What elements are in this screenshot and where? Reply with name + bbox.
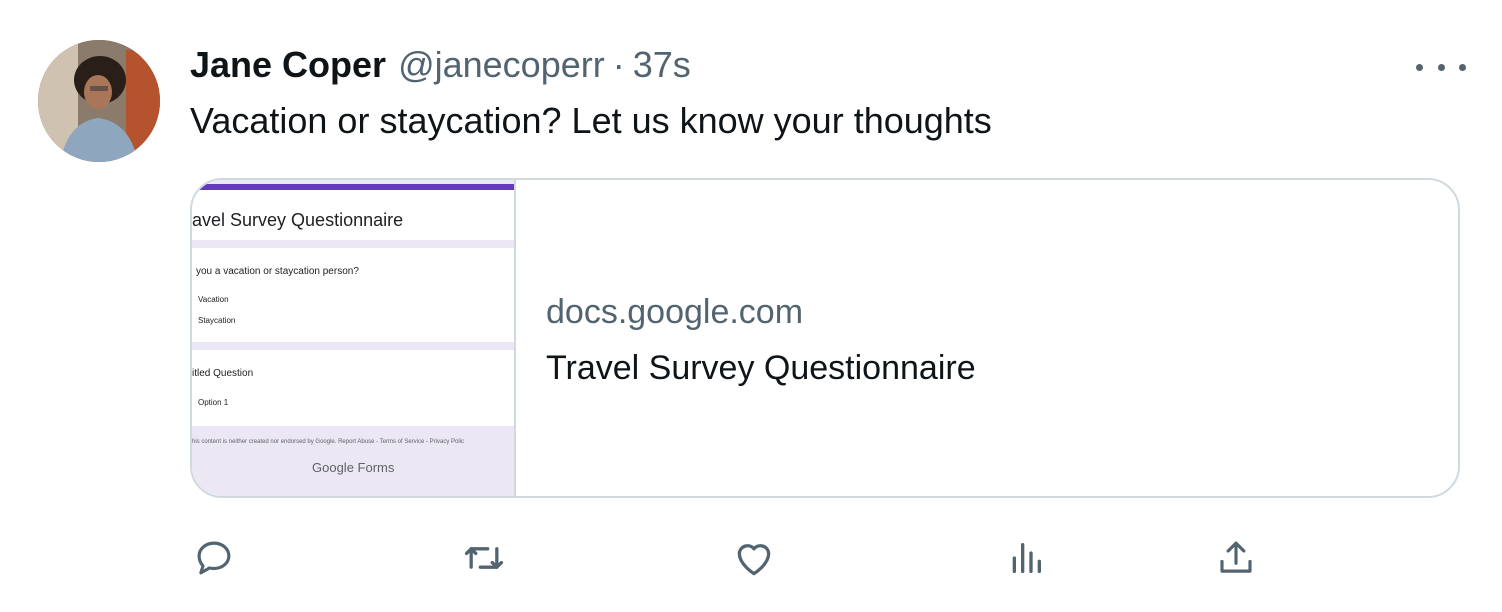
like-button[interactable] (732, 536, 776, 580)
preview-footer: his content is neither created nor endor… (192, 439, 465, 445)
retweet-icon (464, 547, 504, 569)
views-chart-icon (1012, 543, 1041, 573)
google-forms-logo: Google Forms (312, 460, 395, 475)
preview-question2-panel: itled Question Option 1 (192, 350, 514, 426)
views-button[interactable] (1004, 536, 1048, 580)
preview-option-vacation: Vacation (198, 295, 229, 304)
avatar-image (38, 40, 160, 162)
heart-icon (737, 544, 771, 576)
card-info: docs.google.com Travel Survey Questionna… (546, 292, 976, 388)
more-horizontal-icon (1416, 63, 1423, 71)
card-title: Travel Survey Questionnaire (546, 349, 976, 387)
tweet-timestamp[interactable]: 37s (633, 44, 691, 86)
more-dot (1437, 63, 1445, 71)
preview-option1: Option 1 (198, 398, 229, 407)
preview-question-panel: you a vacation or staycation person? Vac… (192, 248, 514, 342)
reply-button[interactable] (192, 536, 236, 580)
preview-question2: itled Question (192, 368, 254, 379)
reply-icon (197, 541, 231, 575)
preview-question: you a vacation or staycation person? (196, 266, 359, 277)
link-card[interactable]: avel Survey Questionnaire you a vacation… (190, 178, 1460, 498)
share-button[interactable] (1214, 536, 1258, 580)
tweet: Jane Coper @janecoperr · 37s Vacation or… (0, 0, 1502, 612)
author-handle[interactable]: @janecoperr (398, 44, 605, 86)
author-name[interactable]: Jane Coper (190, 44, 386, 86)
tweet-text: Vacation or staycation? Let us know your… (190, 100, 992, 141)
preview-title: avel Survey Questionnaire (192, 210, 404, 230)
tweet-header: Jane Coper @janecoperr · 37s (190, 44, 691, 90)
more-options-button[interactable] (1416, 52, 1466, 82)
avatar[interactable] (38, 40, 160, 162)
card-domain: docs.google.com (546, 293, 804, 331)
retweet-button[interactable] (462, 536, 506, 580)
card-thumbnail: avel Survey Questionnaire you a vacation… (192, 180, 516, 496)
preview-title-panel: avel Survey Questionnaire (192, 190, 514, 240)
more-dot (1459, 63, 1466, 71)
header-separator: · (612, 44, 625, 85)
share-icon (1220, 541, 1252, 573)
preview-option-staycation: Staycation (198, 316, 236, 325)
